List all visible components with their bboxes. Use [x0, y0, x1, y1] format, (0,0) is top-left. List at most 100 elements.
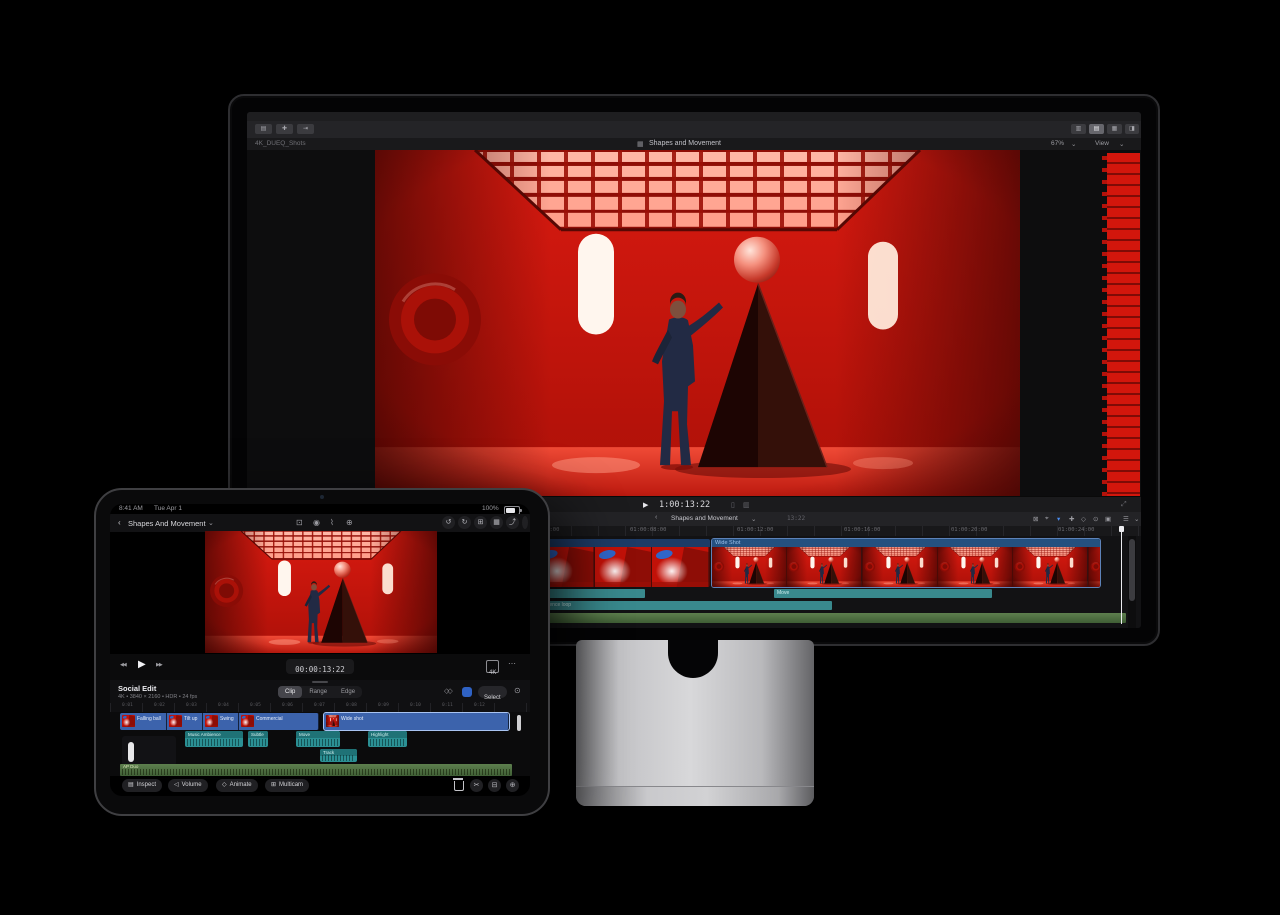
back-button[interactable]: ‹ — [118, 518, 121, 527]
inspector-panel-toggle[interactable]: ◨ — [1125, 124, 1139, 134]
timeline-panel-toggle[interactable]: ▦ — [1107, 124, 1122, 134]
select-button[interactable]: Select — [478, 686, 507, 698]
ipad-audio-clip[interactable]: Move — [296, 731, 340, 747]
playhead[interactable] — [1121, 526, 1122, 624]
play-button[interactable]: ▶ — [643, 501, 648, 509]
connected-clip[interactable] — [537, 589, 645, 598]
waveform — [122, 769, 510, 775]
capture-icon[interactable]: ⊡ — [296, 518, 303, 527]
drag-handle[interactable] — [312, 681, 328, 683]
quality-button[interactable]: 4K — [486, 660, 499, 673]
timeline-zoom-icon[interactable]: ⌄ — [1134, 515, 1139, 523]
ruler-label: 0:06 — [282, 703, 293, 708]
clip-thumbnail — [205, 715, 218, 727]
clip-color-button[interactable] — [462, 687, 472, 697]
skip-forward-button[interactable]: ▶▶ — [156, 662, 162, 668]
ipad-ruler[interactable]: 0:01 0:02 0:03 0:04 0:05 0:06 0:07 0:08 … — [110, 703, 530, 712]
ipad-audio-clip[interactable]: Track — [320, 749, 357, 762]
import-media-button[interactable]: ✚ — [276, 124, 293, 134]
ipad-audio-clip[interactable]: Highlight — [368, 731, 407, 747]
ruler-label: 01:00:16:00 — [844, 527, 880, 533]
skip-back-button[interactable]: ◀◀ — [120, 662, 126, 668]
lane-scroll-pill[interactable] — [128, 742, 134, 762]
scrollbar-thumb[interactable] — [1129, 539, 1135, 601]
zoom-level-menu[interactable]: 67% — [1051, 140, 1064, 147]
viewer-options-button[interactable]: ▦ — [490, 516, 503, 529]
mic-icon[interactable]: ⌇ — [330, 518, 334, 527]
viewer-video[interactable] — [375, 150, 1020, 496]
trash-icon[interactable] — [454, 781, 464, 791]
mode-clip[interactable]: Clip — [278, 686, 302, 698]
clip-thumbnail — [241, 715, 254, 727]
ipad-music-clip[interactable]: AP Duo — [120, 764, 512, 776]
ipad-video-clip-selected[interactable]: Wide shot — [324, 713, 509, 730]
tool-menu-icon[interactable]: ▾ — [1057, 515, 1060, 523]
connect-clips-icon[interactable]: ◇◇ — [444, 687, 451, 695]
camera-icon[interactable]: ◉ — [313, 518, 320, 527]
snapping-icon[interactable]: ⌖ — [1045, 515, 1049, 523]
video-clip-wide-shot[interactable]: Wide Shot — [712, 539, 1100, 587]
overwrite-icon[interactable]: ⊙ — [1093, 515, 1098, 523]
mode-edge[interactable]: Edge — [334, 686, 362, 698]
ruler-label: 0:02 — [154, 703, 165, 708]
ipad-project-title[interactable]: Shapes And Movement — [128, 519, 206, 528]
connected-clip-move[interactable]: Move — [774, 589, 992, 598]
trim-clip-button[interactable]: ⊟ — [488, 779, 501, 792]
ipad-timeline-scrollbar[interactable] — [517, 715, 521, 731]
effects-icon[interactable]: ⊕ — [346, 518, 353, 527]
import-icon: ⇥ — [303, 126, 308, 132]
audio-meters-icon[interactable]: ▥ — [743, 501, 750, 509]
selection-mode-segmented[interactable]: Clip Range Edge — [278, 686, 362, 698]
browser-filmstrip[interactable] — [1107, 153, 1140, 496]
ipad-audio-clip[interactable]: Subtle — [248, 731, 268, 747]
ipad-timecode-pill[interactable]: 00:00:13:22 — [286, 659, 354, 674]
clip-filmstrip — [712, 547, 1100, 587]
volume-button[interactable]: ◁Volume — [168, 779, 208, 792]
timeline-scrollbar[interactable] — [1128, 536, 1136, 628]
connected-clip-ambience[interactable]: Ambience loop — [535, 601, 832, 610]
ipad-video-clip[interactable]: Commercial — [239, 713, 319, 730]
more-options-icon[interactable]: ⋯ — [508, 659, 516, 668]
clip-thumbnail — [1089, 547, 1100, 587]
view-menu[interactable]: View — [1095, 140, 1109, 147]
viewer-panel-toggle[interactable]: ▤ — [1089, 124, 1104, 134]
video-clip-closeup[interactable] — [537, 539, 710, 587]
append-clip-button[interactable]: ⊕ — [506, 779, 519, 792]
append-icon[interactable]: ✚ — [1069, 515, 1074, 523]
playhead-timecode[interactable]: 1:00:13:22 — [659, 500, 710, 510]
browser-panel-toggle[interactable]: ▥ — [1071, 124, 1086, 134]
inspect-button[interactable]: ▤Inspect — [122, 779, 162, 792]
ipad-video-clip[interactable]: Tilt up — [167, 713, 203, 730]
music-track-clip[interactable] — [535, 613, 1126, 623]
zoom-chevron-icon: ⌄ — [1071, 140, 1076, 148]
settings-button[interactable] — [522, 516, 528, 529]
ipad-timeline: 0:01 0:02 0:03 0:04 0:05 0:06 0:07 0:08 … — [110, 703, 530, 776]
timeline-breadcrumb[interactable]: Shapes and Movement — [671, 515, 738, 522]
clip-appearance-icon[interactable]: ☰ — [1123, 515, 1129, 523]
browser-button[interactable]: ⊞ — [474, 516, 487, 529]
split-clip-button[interactable]: ✂ — [470, 779, 483, 792]
connect-icon[interactable]: ◇ — [1081, 515, 1086, 523]
clip-thumbnail — [595, 547, 653, 587]
loop-icon[interactable]: ▯ — [731, 501, 735, 509]
ipad-video-clip[interactable]: Swing — [203, 713, 239, 730]
undo-button[interactable]: ↺ — [442, 516, 455, 529]
timeline-back-button[interactable]: ‹ — [655, 514, 657, 521]
mode-range[interactable]: Range — [302, 686, 334, 698]
redo-button[interactable]: ↻ — [458, 516, 471, 529]
ipad-audio-clip[interactable]: Music Ambience — [185, 731, 243, 747]
sidebar-toggle-button[interactable]: ▤ — [255, 124, 272, 134]
ipad-viewer-video[interactable] — [205, 531, 437, 653]
keyword-editor-button[interactable]: ⇥ — [297, 124, 314, 134]
share-button[interactable]: ⤴ — [506, 516, 519, 529]
ipad-video-clip[interactable]: Falling ball — [120, 713, 167, 730]
playhead-handle[interactable] — [1119, 526, 1124, 532]
animate-button[interactable]: ◇Animate — [216, 779, 258, 792]
fcp-title-row: 4K_DUEQ_Shots ▦ Shapes and Movement 67% … — [247, 138, 1141, 150]
ipad-play-button[interactable]: ▶ — [138, 659, 146, 670]
clip-index-icon[interactable]: ▣ — [1105, 515, 1111, 523]
multicam-button[interactable]: ⊞Multicam — [265, 779, 309, 792]
view-options-icon[interactable]: ⊙ — [514, 686, 521, 695]
fullscreen-icon[interactable]: ⤢ — [1121, 501, 1127, 509]
skimming-icon[interactable]: ⊠ — [1033, 515, 1038, 523]
